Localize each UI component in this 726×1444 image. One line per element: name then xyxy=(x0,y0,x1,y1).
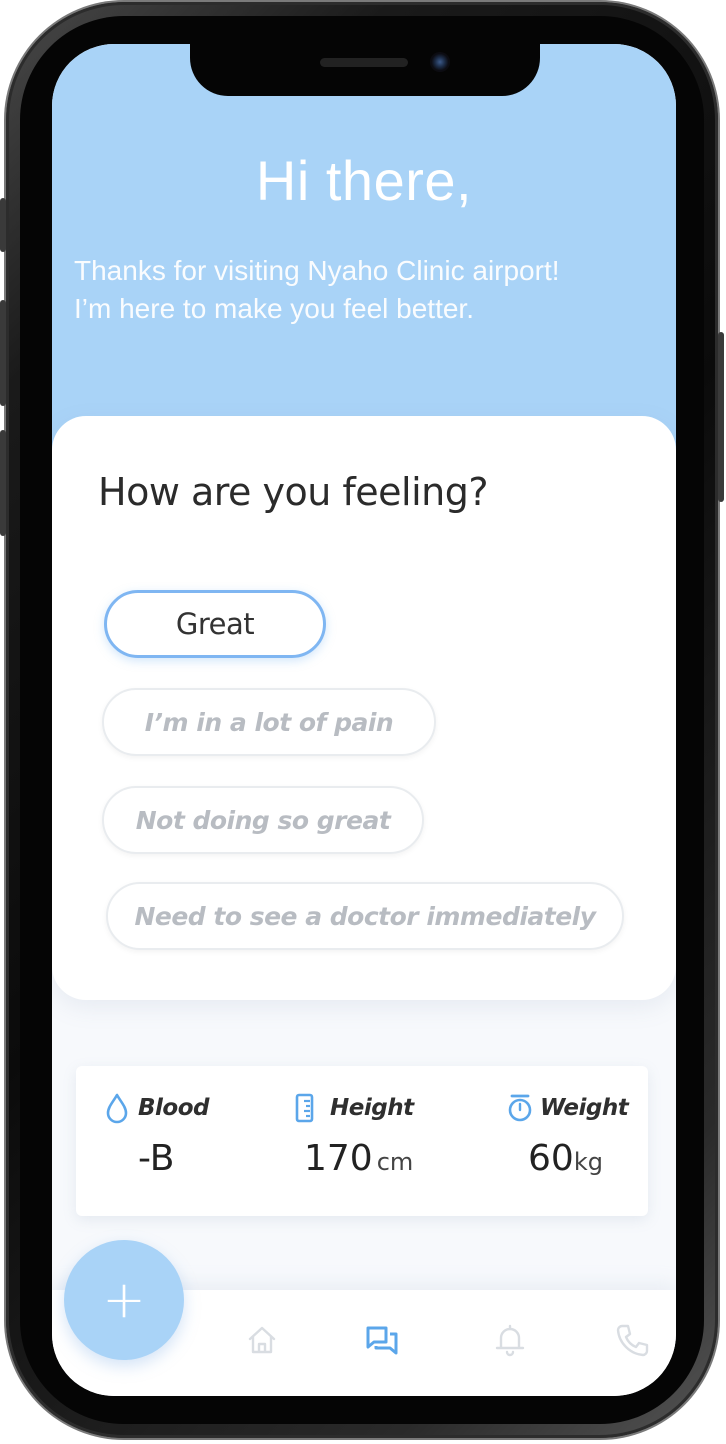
blood-stat: Blood -B xyxy=(104,1092,209,1179)
feeling-option-pain[interactable]: I’m in a lot of pain xyxy=(102,688,436,756)
bell-icon xyxy=(495,1324,525,1357)
nav-call[interactable] xyxy=(612,1320,652,1360)
nav-chat[interactable] xyxy=(362,1320,402,1360)
feeling-option-not-great[interactable]: Not doing so great xyxy=(102,786,424,854)
nav-notifications[interactable] xyxy=(490,1320,530,1360)
welcome-header: Hi there, Thanks for visiting Nyaho Clin… xyxy=(52,44,676,464)
height-value-row: 170 cm xyxy=(304,1138,414,1179)
option-label: Not doing so great xyxy=(135,805,391,835)
height-stat: Height 170 cm xyxy=(294,1092,414,1179)
weight-stat-header: Weight xyxy=(506,1092,629,1124)
phone-notch xyxy=(190,44,540,96)
blood-label: Blood xyxy=(138,1095,209,1121)
blood-stat-header: Blood xyxy=(104,1092,209,1124)
ruler-icon xyxy=(295,1093,314,1123)
option-label: Great xyxy=(175,607,255,641)
volume-down-button xyxy=(0,430,6,536)
power-button xyxy=(718,332,724,502)
option-label: Need to see a doctor immediately xyxy=(134,901,596,931)
feeling-question: How are you feeling? xyxy=(98,470,489,514)
feeling-card: How are you feeling? Great I’m in a lot … xyxy=(52,416,676,1000)
weight-value-row: 60kg xyxy=(528,1138,628,1179)
height-value: 170 xyxy=(304,1138,373,1179)
mute-switch xyxy=(0,198,6,252)
subtitle-line: Thanks for visiting Nyaho Clinic airport… xyxy=(74,255,560,286)
subtitle-line: I’m here to make you feel better. xyxy=(74,293,474,324)
app-screen: Hi there, Thanks for visiting Nyaho Clin… xyxy=(52,44,676,1396)
nav-home[interactable] xyxy=(242,1320,282,1360)
chat-icon xyxy=(366,1326,398,1355)
front-camera xyxy=(430,52,450,72)
weight-value: 60 xyxy=(528,1138,574,1179)
speaker-grille xyxy=(320,58,408,67)
height-unit: cm xyxy=(376,1148,414,1176)
greeting-title: Hi there, xyxy=(255,149,473,212)
height-stat-header: Height xyxy=(294,1092,414,1124)
weight-unit: kg xyxy=(573,1148,603,1176)
volume-up-button xyxy=(0,300,6,406)
drop-icon xyxy=(106,1093,128,1124)
home-icon xyxy=(248,1326,276,1354)
add-button[interactable]: + xyxy=(64,1240,184,1360)
phone-icon xyxy=(616,1324,649,1357)
scale-icon xyxy=(508,1094,532,1122)
feeling-option-great[interactable]: Great xyxy=(104,590,326,658)
plus-icon: + xyxy=(102,1270,146,1330)
welcome-subtitle: Thanks for visiting Nyaho Clinic airport… xyxy=(74,252,664,328)
blood-value: -B xyxy=(138,1138,175,1179)
health-stats-card: Blood -B Height 170 cm Weight 60kg xyxy=(76,1066,648,1216)
weight-label: Weight xyxy=(540,1095,629,1121)
height-label: Height xyxy=(330,1095,414,1121)
option-label: I’m in a lot of pain xyxy=(144,707,394,737)
weight-stat: Weight 60kg xyxy=(506,1092,629,1179)
feeling-option-see-doctor[interactable]: Need to see a doctor immediately xyxy=(106,882,624,950)
